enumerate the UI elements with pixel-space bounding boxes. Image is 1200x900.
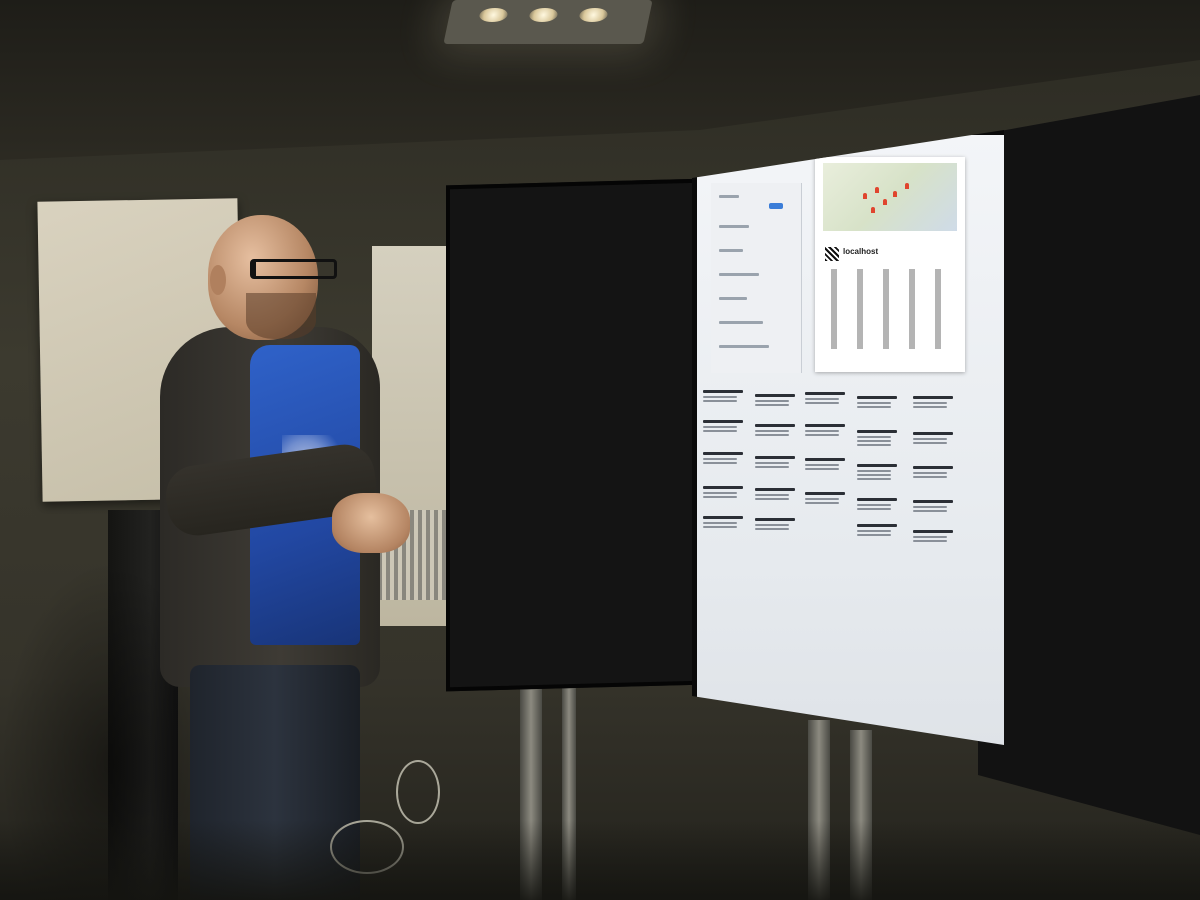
dialog-text-line [719,297,747,300]
clasped-hands [332,493,410,553]
directory-entry [703,486,743,500]
spotlight-lamp [478,8,509,22]
qr-code-icon [825,247,839,261]
directory-entry [703,390,743,404]
directory-entry [755,488,795,502]
print-preview-page: localhost [815,157,965,372]
spotlight-lamp [578,8,609,22]
directory-entry [755,424,795,438]
ceiling-spotlight [443,0,653,44]
dialog-text-line [719,195,739,198]
directory-entry [857,498,897,512]
map-pin-icon [883,199,887,205]
glasses-icon [250,259,337,279]
directory-entry [805,424,845,438]
print-button [769,203,783,209]
directory-entry [913,530,953,544]
directory-entry [857,430,897,448]
directory-entry [755,394,795,408]
directory-entry [805,492,845,506]
map-pin-icon [863,193,867,199]
directory-entry [857,396,897,410]
stubble-beard [246,293,316,339]
map-pin-icon [905,183,909,189]
directory-entry [805,458,845,472]
directory-entry [703,420,743,434]
dialog-text-line [719,249,743,252]
preview-heading: localhost [843,247,879,256]
directory-entry [703,452,743,466]
lit-display-screen: localhost [692,130,1004,745]
directory-entry [913,466,953,480]
floor [0,820,1200,900]
spotlight-lamp [528,8,559,22]
dialog-text-line [719,321,763,324]
dark-display-panel [446,178,704,692]
map-pin-icon [875,187,879,193]
directory-entry [755,518,795,532]
directory-entry [755,456,795,470]
preview-directory-text [823,269,957,349]
ear [210,265,226,295]
map-pin-icon [893,191,897,197]
photo-scene: localhost [0,0,1200,900]
floor-cable [396,760,440,824]
place-directory-list [703,390,1003,570]
directory-entry [703,516,743,530]
directory-entry [857,524,897,538]
directory-entry [913,500,953,514]
screen-content: localhost [697,135,1004,745]
dialog-text-line [719,225,749,228]
map-thumbnail [823,163,957,231]
dialog-text-line [719,345,769,348]
far-display-panel [978,95,1200,835]
map-pin-icon [871,207,875,213]
directory-entry [805,392,845,406]
directory-entry [913,396,953,410]
directory-entry [857,464,897,482]
presenter-person [150,215,420,900]
dialog-text-line [719,273,759,276]
print-dialog [711,183,802,373]
directory-entry [913,432,953,446]
